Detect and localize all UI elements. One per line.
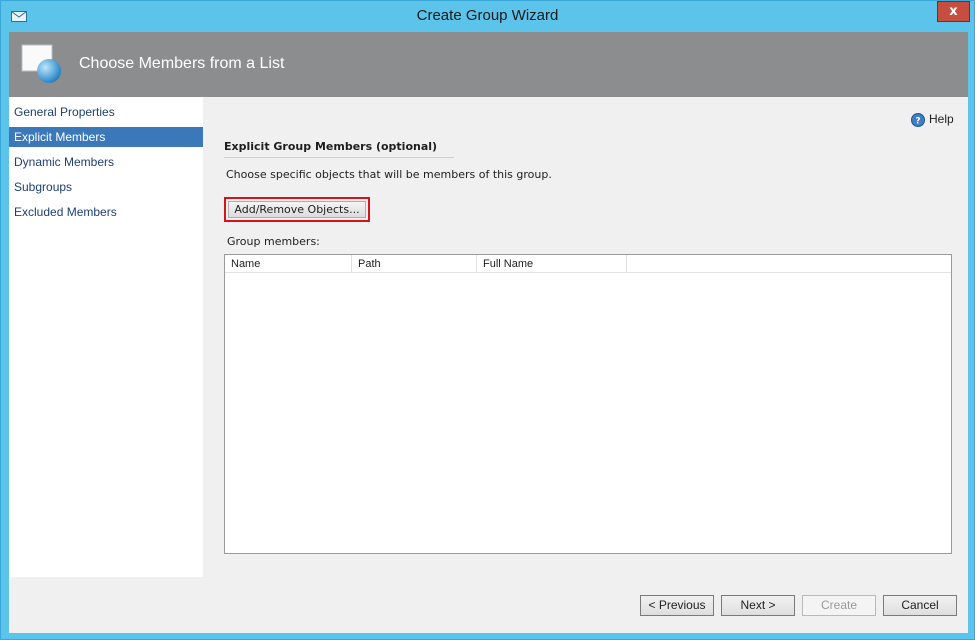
- add-remove-objects-button[interactable]: Add/Remove Objects...: [228, 201, 366, 218]
- list-header: Name Path Full Name: [225, 255, 951, 273]
- title-bar[interactable]: Create Group Wizard x: [1, 1, 974, 32]
- column-header-name[interactable]: Name: [225, 255, 352, 273]
- sidebar-item-explicit-members[interactable]: Explicit Members: [9, 127, 203, 147]
- previous-button[interactable]: < Previous: [640, 595, 714, 616]
- cancel-button[interactable]: Cancel: [883, 595, 957, 616]
- section-divider: [224, 157, 454, 158]
- section-description: Choose specific objects that will be mem…: [226, 168, 552, 181]
- section-title: Explicit Group Members (optional): [224, 140, 438, 153]
- wizard-steps-sidebar: General Properties Explicit Members Dyna…: [9, 97, 203, 577]
- wizard-footer: < Previous Next > Create Cancel: [9, 577, 968, 633]
- column-header-path[interactable]: Path: [352, 255, 477, 273]
- wizard-header: Choose Members from a List: [9, 32, 968, 97]
- next-button[interactable]: Next >: [721, 595, 795, 616]
- svg-text:?: ?: [915, 117, 920, 127]
- add-remove-highlight: Add/Remove Objects...: [224, 197, 370, 222]
- help-icon: ?: [911, 113, 925, 127]
- create-button: Create: [802, 595, 876, 616]
- close-button[interactable]: x: [937, 1, 970, 22]
- wizard-content-panel: ? Help Explicit Group Members (optional)…: [203, 97, 968, 577]
- sidebar-item-general-properties[interactable]: General Properties: [9, 102, 203, 122]
- group-members-label: Group members:: [227, 235, 320, 248]
- wizard-client-area: Choose Members from a List General Prope…: [9, 32, 968, 633]
- help-label[interactable]: Help: [929, 112, 954, 126]
- wizard-window: Create Group Wizard x Choose Members fro…: [0, 0, 975, 640]
- group-members-list[interactable]: Name Path Full Name: [224, 254, 952, 554]
- page-title: Choose Members from a List: [79, 55, 285, 72]
- sidebar-item-excluded-members[interactable]: Excluded Members: [9, 202, 203, 222]
- column-header-full-name[interactable]: Full Name: [477, 255, 627, 273]
- group-members-icon: [21, 44, 61, 83]
- sidebar-item-subgroups[interactable]: Subgroups: [9, 177, 203, 197]
- sidebar-item-dynamic-members[interactable]: Dynamic Members: [9, 152, 203, 172]
- window-title: Create Group Wizard: [416, 7, 559, 24]
